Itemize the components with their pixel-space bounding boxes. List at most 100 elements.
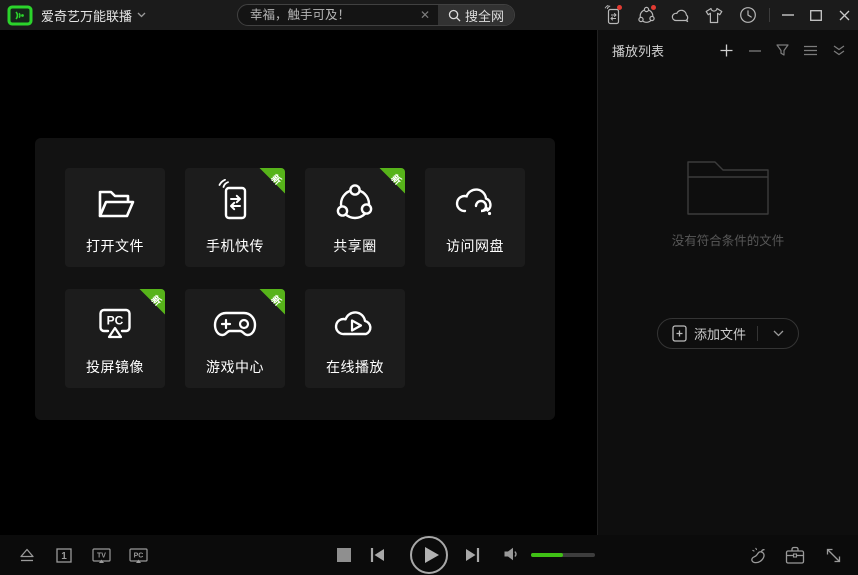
folder-open-icon — [91, 179, 139, 227]
phone-transfer-button[interactable] — [595, 0, 629, 30]
minus-icon — [749, 50, 761, 52]
chevron-down-icon — [773, 330, 784, 337]
notification-dot — [617, 5, 622, 10]
playlist-sidebar: 播放列表 — [597, 30, 858, 535]
pc-cast-icon: PC — [129, 547, 148, 564]
speaker-icon — [503, 546, 519, 562]
history-button[interactable] — [731, 0, 765, 30]
tile-label: 在线播放 — [326, 357, 384, 377]
add-file-label: 添加文件 — [694, 324, 746, 343]
titlebar-divider — [769, 8, 770, 22]
playlist-tools — [719, 43, 846, 58]
stop-button[interactable] — [337, 548, 351, 562]
tile-label: 手机快传 — [206, 236, 264, 256]
collapse-playlist-button[interactable] — [831, 43, 846, 58]
open-disc-button[interactable] — [16, 544, 38, 566]
pc-mirror-button[interactable]: PC — [127, 544, 149, 566]
tile-label: 共享圈 — [333, 236, 377, 256]
app-window: 爱奇艺万能联播 ✕ 搜全网 — [0, 0, 858, 575]
app-title: 爱奇艺万能联播 — [41, 6, 132, 25]
remove-from-playlist-button[interactable] — [747, 43, 762, 58]
add-file-menu-button[interactable] — [767, 330, 790, 337]
tile-phone-transfer[interactable]: 新 手机快传 — [185, 168, 285, 267]
search-icon — [448, 9, 461, 22]
chevron-down-icon — [137, 12, 146, 18]
tshirt-icon — [705, 7, 723, 24]
filter-icon — [776, 44, 789, 57]
toolbox-button[interactable] — [784, 544, 806, 566]
tile-online-play[interactable]: 在线播放 — [305, 289, 405, 388]
pc-text: PC — [133, 552, 143, 559]
volume-button[interactable] — [503, 546, 519, 562]
fullscreen-button[interactable] — [822, 544, 844, 566]
tile-screen-mirror[interactable]: 新 PC 投屏镜像 — [65, 289, 165, 388]
tile-cloud-disk[interactable]: 访问网盘 — [425, 168, 525, 267]
minimize-button[interactable] — [774, 0, 802, 30]
add-file-icon — [672, 325, 687, 342]
minimize-icon — [782, 14, 794, 16]
aspect-ratio-button[interactable]: 1 — [53, 544, 75, 566]
tile-label: 游戏中心 — [206, 357, 264, 377]
player-bar: 1 TV PC — [0, 535, 858, 575]
search-button[interactable]: 搜全网 — [438, 5, 514, 25]
skin-button[interactable] — [697, 0, 731, 30]
maximize-icon — [810, 10, 822, 21]
share-circle-icon — [331, 179, 379, 227]
tv-cast-icon: TV — [92, 547, 111, 564]
tile-game-center[interactable]: 新 游戏中心 — [185, 289, 285, 388]
play-icon — [425, 547, 439, 563]
tile-label: 投屏镜像 — [86, 357, 144, 377]
play-button[interactable] — [410, 536, 448, 574]
tv-text: TV — [97, 552, 106, 559]
gamepad-icon — [211, 300, 259, 348]
empty-folder-icon — [687, 155, 769, 215]
list-mode-button[interactable] — [803, 43, 818, 58]
next-button[interactable] — [464, 546, 481, 564]
cloud-disk-icon — [451, 179, 499, 227]
empty-text: 没有符合条件的文件 — [598, 230, 858, 249]
search-box: ✕ 搜全网 — [237, 4, 515, 26]
double-chevron-down-icon — [833, 45, 845, 56]
button-divider — [757, 326, 758, 341]
expand-icon — [825, 547, 842, 564]
shortcut-tiles: 打开文件 新 手机快传 — [65, 168, 525, 388]
add-file-button[interactable]: 添加文件 — [657, 318, 799, 349]
tile-share-circle[interactable]: 新 共享圈 — [305, 168, 405, 267]
titlebar: 爱奇艺万能联播 ✕ 搜全网 — [0, 0, 858, 30]
share-circle-button[interactable] — [629, 0, 663, 30]
previous-icon — [369, 546, 386, 564]
cloud-icon — [671, 8, 690, 23]
pc-text: PC — [107, 314, 124, 328]
titlebar-actions — [595, 0, 858, 30]
playlist-title: 播放列表 — [612, 41, 719, 60]
search-clear-icon[interactable]: ✕ — [418, 5, 438, 25]
shortcut-panel: 打开文件 新 手机快传 — [35, 138, 555, 420]
cloud-play-icon — [331, 300, 379, 348]
search-button-label: 搜全网 — [465, 6, 504, 25]
filter-button[interactable] — [775, 43, 790, 58]
plus-icon — [720, 44, 733, 57]
volume-slider[interactable] — [531, 553, 595, 557]
pc-mirror-icon: PC — [91, 300, 139, 348]
player-bar-right — [746, 535, 844, 575]
volume-fill — [531, 553, 563, 557]
playlist-header: 播放列表 — [598, 30, 858, 60]
close-icon — [839, 10, 850, 21]
maximize-button[interactable] — [802, 0, 830, 30]
clock-icon — [739, 6, 757, 24]
add-to-playlist-button[interactable] — [719, 43, 734, 58]
previous-button[interactable] — [369, 546, 386, 564]
phone-transfer-icon — [211, 179, 259, 227]
app-title-menu[interactable]: 爱奇艺万能联播 — [41, 6, 146, 25]
toolbox-icon — [785, 546, 805, 564]
eject-icon — [18, 547, 36, 563]
tile-label: 访问网盘 — [446, 236, 504, 256]
playlist-empty-state: 没有符合条件的文件 — [598, 155, 858, 249]
search-input[interactable] — [238, 8, 418, 22]
tile-open-file[interactable]: 打开文件 — [65, 168, 165, 267]
cloud-disk-button[interactable] — [663, 0, 697, 30]
close-button[interactable] — [830, 0, 858, 30]
cast-to-tv-button[interactable]: TV — [90, 544, 112, 566]
tile-label: 打开文件 — [86, 236, 144, 256]
pepper-button[interactable] — [746, 544, 768, 566]
